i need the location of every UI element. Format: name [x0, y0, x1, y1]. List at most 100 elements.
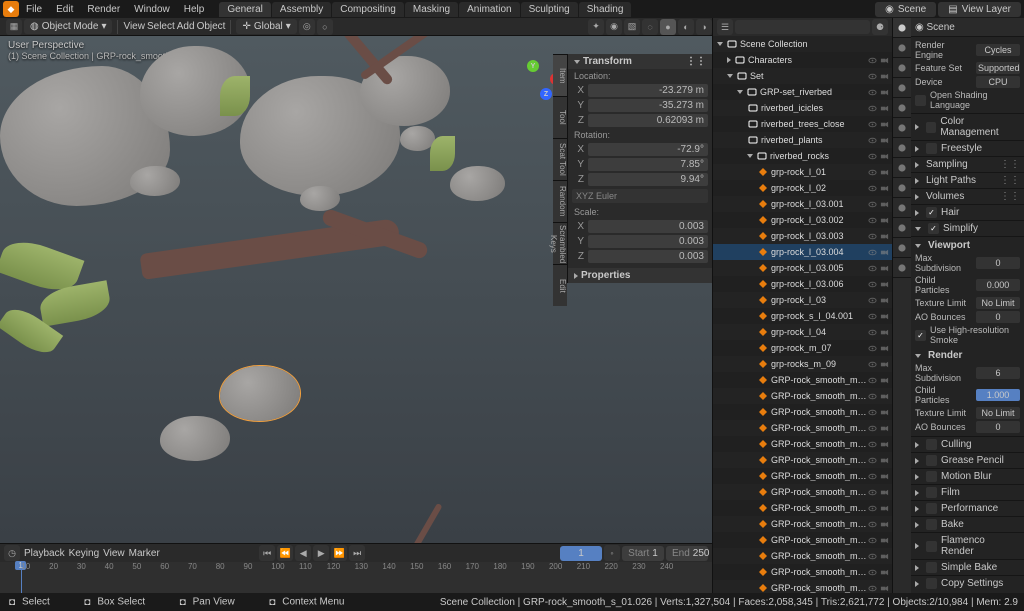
- render-icon[interactable]: [879, 583, 890, 594]
- render-engine-dropdown[interactable]: Cycles: [976, 44, 1020, 56]
- outliner-row[interactable]: grp-rock_m_07: [713, 340, 892, 356]
- disclosure-icon[interactable]: [727, 57, 731, 63]
- disclosure-icon[interactable]: [747, 154, 753, 158]
- props-section[interactable]: Flamenco Render: [911, 532, 1024, 559]
- visibility-icon[interactable]: [867, 135, 878, 146]
- section-checkbox[interactable]: [926, 541, 937, 552]
- render-icon[interactable]: [879, 135, 890, 146]
- props-tab-world[interactable]: [893, 98, 911, 118]
- visibility-icon[interactable]: [867, 247, 878, 258]
- visibility-icon[interactable]: [867, 551, 878, 562]
- outliner-row[interactable]: grp-rocks_m_09: [713, 356, 892, 372]
- shading-wireframe-icon[interactable]: ◌: [642, 19, 658, 35]
- outliner-row[interactable]: GRP-rock_smooth_m_02.00: [713, 580, 892, 593]
- props-section[interactable]: Film: [911, 484, 1024, 500]
- keyframe-prev-icon[interactable]: ⏪: [277, 545, 293, 561]
- menu-window[interactable]: Window: [127, 2, 177, 17]
- jump-end-icon[interactable]: ⏭: [349, 545, 365, 561]
- visibility-icon[interactable]: [867, 183, 878, 194]
- rot-z-field[interactable]: 9.94°: [588, 173, 708, 186]
- outliner-row[interactable]: GRP-rock_smooth_m_02.00: [713, 564, 892, 580]
- visibility-icon[interactable]: [867, 215, 878, 226]
- menu-help[interactable]: Help: [177, 2, 212, 17]
- render-icon[interactable]: [879, 391, 890, 402]
- props-section[interactable]: Color Management: [911, 113, 1024, 140]
- render-icon[interactable]: [879, 71, 890, 82]
- visibility-icon[interactable]: [867, 375, 878, 386]
- npanel-tab[interactable]: Tool: [553, 96, 567, 138]
- menu-render[interactable]: Render: [80, 2, 127, 17]
- outliner-row[interactable]: grp-rock_l_03.003: [713, 228, 892, 244]
- visibility-icon[interactable]: [867, 343, 878, 354]
- frame-lock-icon[interactable]: ◦: [604, 545, 620, 561]
- visibility-icon[interactable]: [867, 71, 878, 82]
- render-icon[interactable]: [879, 567, 890, 578]
- disclosure-icon[interactable]: [737, 90, 743, 94]
- render-icon[interactable]: [879, 167, 890, 178]
- keyframe-next-icon[interactable]: ⏩: [331, 545, 347, 561]
- outliner-row[interactable]: GRP-rock_smooth_m_01.00: [713, 388, 892, 404]
- section-checkbox[interactable]: [926, 471, 937, 482]
- loc-y-field[interactable]: -35.273 m: [588, 99, 708, 112]
- feature-set-dropdown[interactable]: Supported: [976, 62, 1020, 74]
- outliner-row[interactable]: grp-rock_l_04: [713, 324, 892, 340]
- outliner-row[interactable]: grp-rock_l_03.002: [713, 212, 892, 228]
- outliner-row[interactable]: GRP-rock_smooth_m_01.00: [713, 436, 892, 452]
- vp-texlim-dropdown[interactable]: No Limit: [976, 297, 1020, 309]
- npanel-tab[interactable]: Scat Tool: [553, 138, 567, 180]
- render-icon[interactable]: [879, 551, 890, 562]
- visibility-icon[interactable]: [867, 519, 878, 530]
- outliner-row[interactable]: riverbed_icicles: [713, 100, 892, 116]
- editor-type-outliner-icon[interactable]: ☰: [717, 19, 733, 35]
- render-icon[interactable]: [879, 407, 890, 418]
- disclosure-icon[interactable]: [727, 74, 733, 78]
- outliner-row[interactable]: Set: [713, 68, 892, 84]
- outliner-row[interactable]: grp-rock_l_03.006: [713, 276, 892, 292]
- r-ao-field[interactable]: 0: [976, 421, 1020, 433]
- vp-childpart-field[interactable]: 0.000: [976, 279, 1020, 291]
- scale-x-field[interactable]: 0.003: [588, 220, 708, 233]
- workspace-tab[interactable]: Shading: [579, 2, 632, 17]
- vp-menu-select[interactable]: Select: [147, 21, 175, 32]
- render-icon[interactable]: [879, 151, 890, 162]
- render-icon[interactable]: [879, 519, 890, 530]
- props-section[interactable]: Volumes⋮⋮: [911, 188, 1024, 204]
- props-section[interactable]: Motion Blur: [911, 468, 1024, 484]
- editor-type-3dview-icon[interactable]: ▦: [6, 19, 22, 35]
- section-checkbox[interactable]: [926, 519, 937, 530]
- props-section[interactable]: Simple Bake: [911, 559, 1024, 575]
- visibility-icon[interactable]: [867, 391, 878, 402]
- visibility-icon[interactable]: [867, 359, 878, 370]
- outliner-row[interactable]: grp-rock_l_03.005: [713, 260, 892, 276]
- section-checkbox[interactable]: [926, 562, 937, 573]
- visibility-icon[interactable]: [867, 439, 878, 450]
- outliner-row[interactable]: grp-rock_l_03.004: [713, 244, 892, 260]
- section-checkbox[interactable]: [926, 143, 937, 154]
- render-icon[interactable]: [879, 455, 890, 466]
- render-icon[interactable]: [879, 375, 890, 386]
- visibility-icon[interactable]: [867, 295, 878, 306]
- render-icon[interactable]: [879, 327, 890, 338]
- axis-z-icon[interactable]: Z: [540, 88, 552, 100]
- r-childpart-field[interactable]: 1.000: [976, 389, 1020, 401]
- visibility-icon[interactable]: [867, 311, 878, 322]
- r-maxsub-field[interactable]: 6: [976, 367, 1020, 379]
- outliner-search-input[interactable]: [735, 20, 870, 34]
- props-section[interactable]: Culling: [911, 436, 1024, 452]
- editor-type-timeline-icon[interactable]: ◷: [4, 545, 20, 561]
- workspace-tab-active[interactable]: General: [219, 2, 271, 17]
- overlay-toggle-icon[interactable]: ◉: [606, 19, 622, 35]
- visibility-icon[interactable]: [867, 487, 878, 498]
- axis-y-icon[interactable]: Y: [527, 60, 539, 72]
- vp-ao-field[interactable]: 0: [976, 311, 1020, 323]
- visibility-icon[interactable]: [867, 535, 878, 546]
- visibility-icon[interactable]: [867, 471, 878, 482]
- props-section[interactable]: Simplify: [911, 220, 1024, 236]
- menu-edit[interactable]: Edit: [49, 2, 80, 17]
- menu-file[interactable]: File: [19, 2, 49, 17]
- outliner-row[interactable]: Characters: [713, 52, 892, 68]
- tl-menu-view[interactable]: View: [103, 548, 125, 559]
- outliner-row[interactable]: GRP-rock_smooth_m_01.00: [713, 372, 892, 388]
- tl-menu-keying[interactable]: Keying: [69, 548, 100, 559]
- filter-icon[interactable]: ⚈: [872, 19, 888, 35]
